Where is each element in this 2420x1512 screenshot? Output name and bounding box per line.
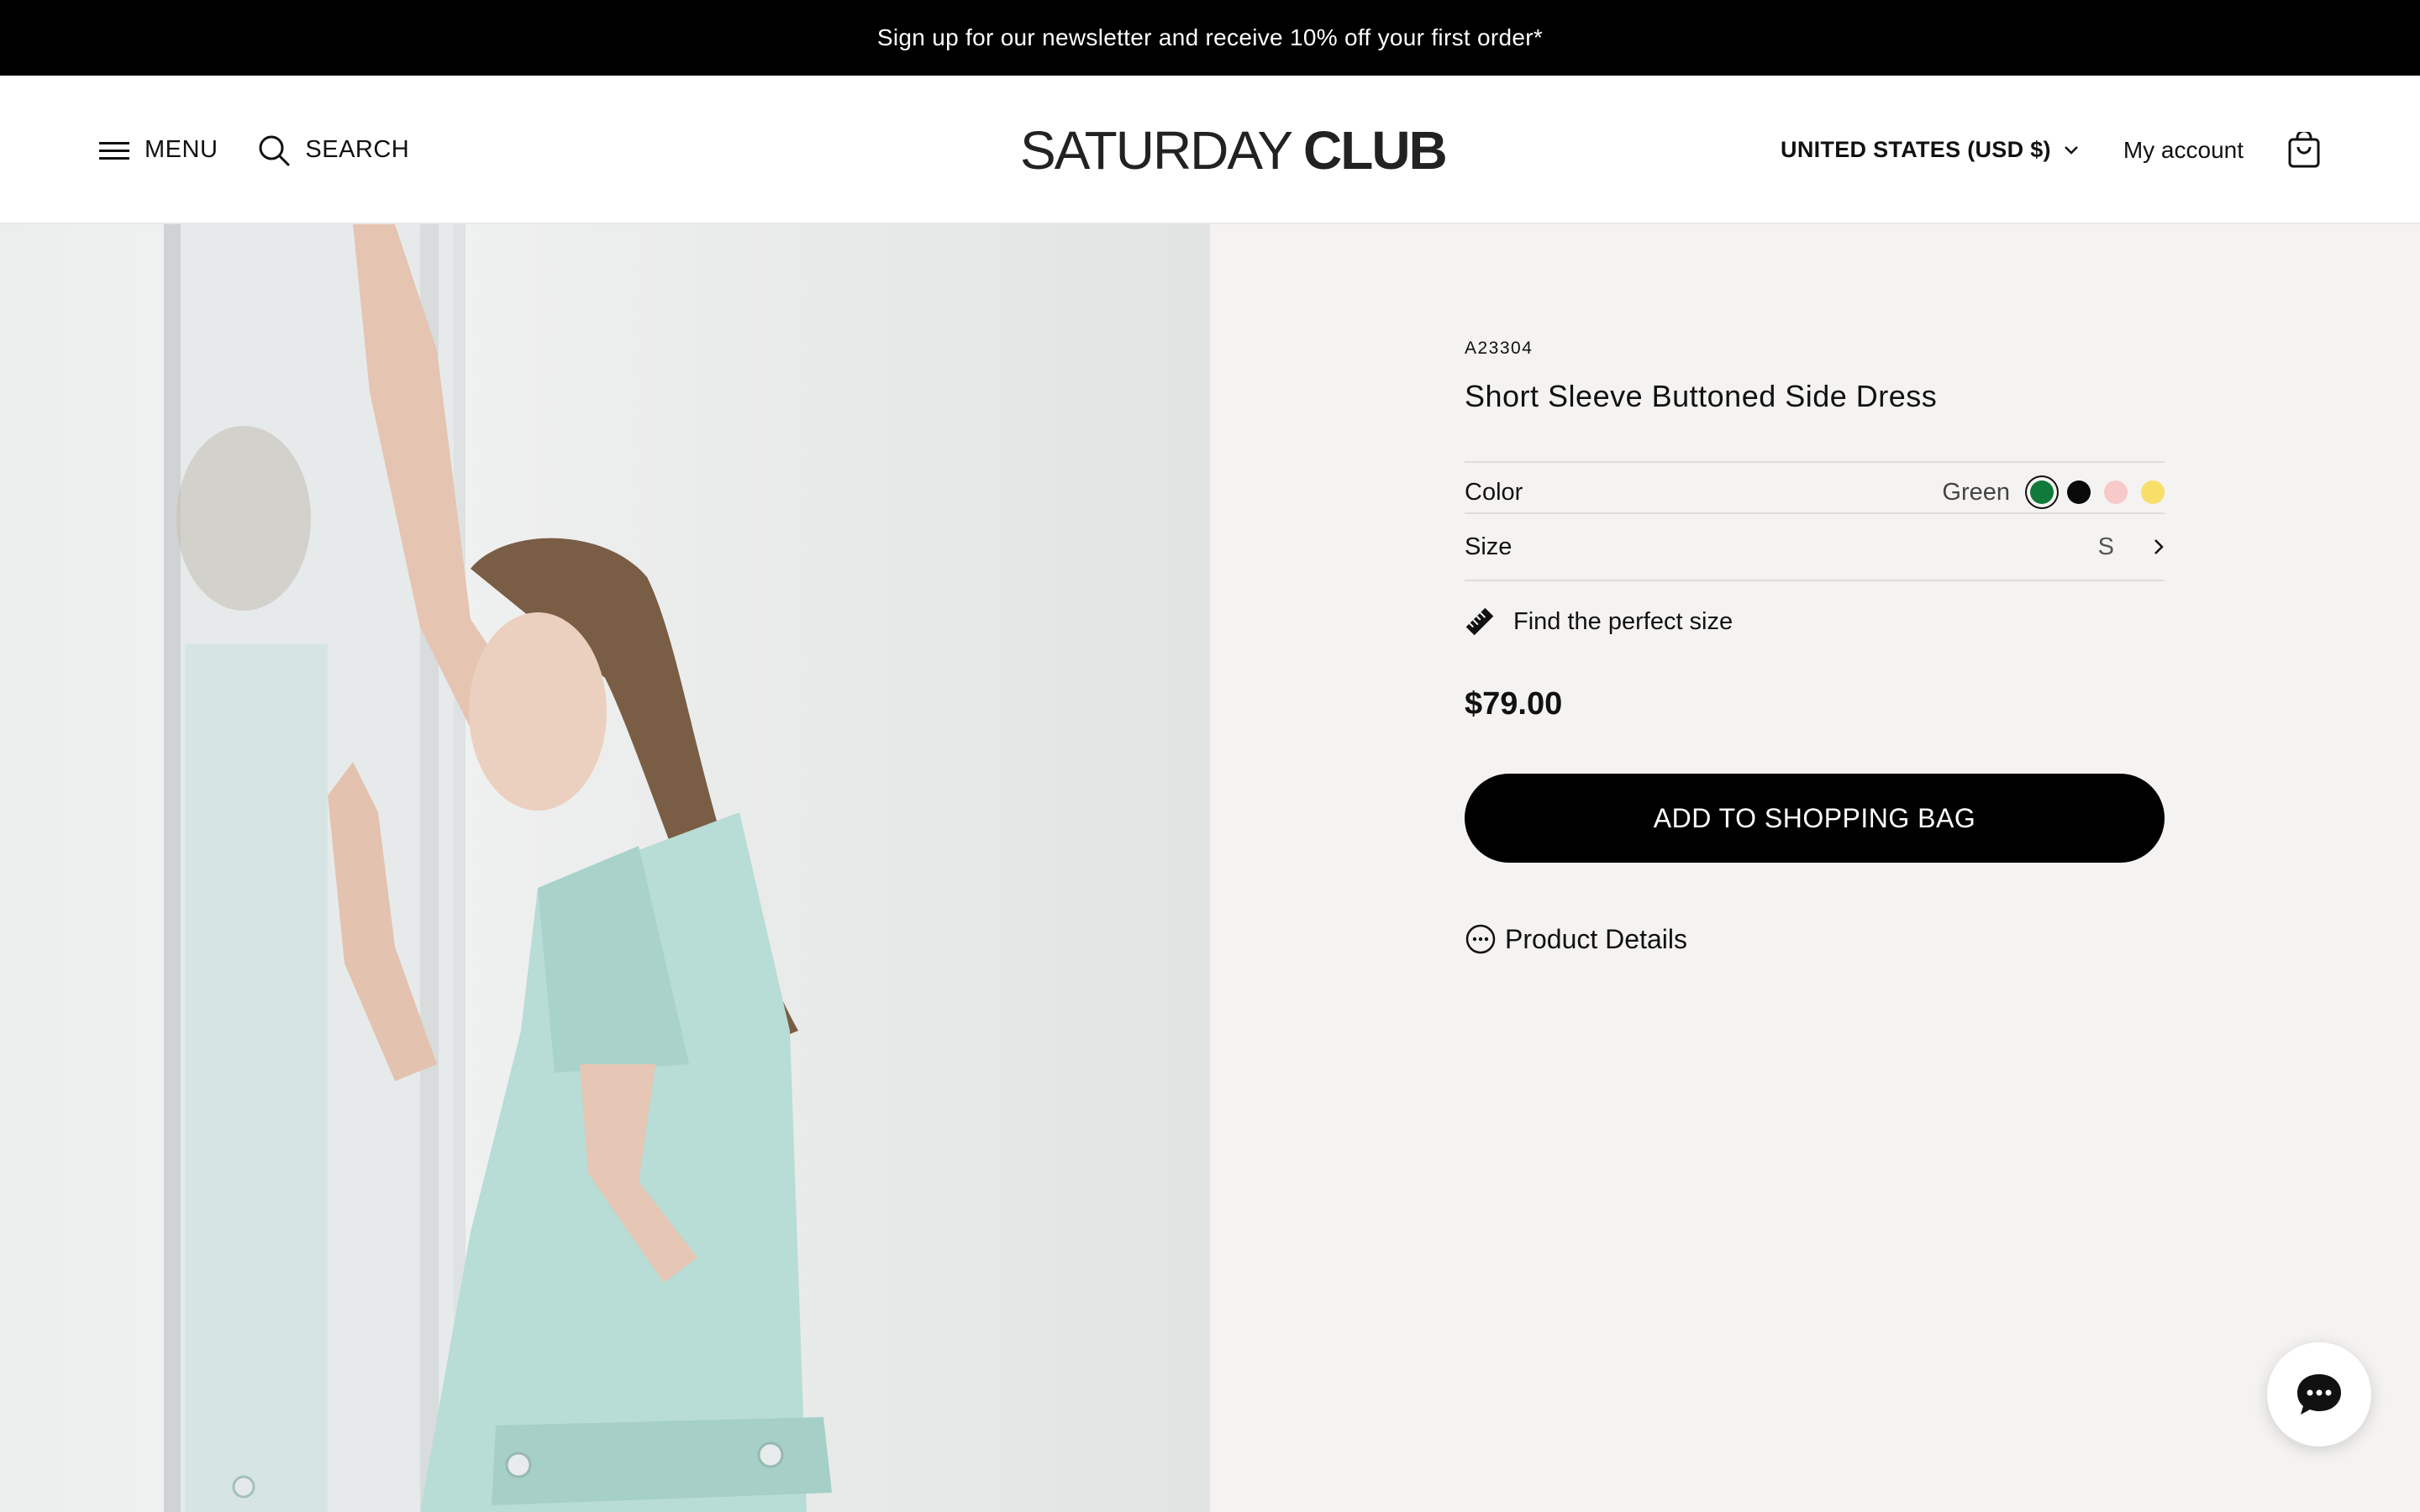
product-price: $79.00	[1465, 686, 1563, 722]
logo-text-club: CLUB	[1303, 119, 1448, 181]
chevron-right-icon	[2154, 539, 2164, 554]
product-sku: A23304	[1465, 339, 1534, 358]
menu-label: MENU	[145, 136, 218, 163]
selected-size: S	[2097, 533, 2114, 560]
search-button[interactable]: SEARCH	[258, 134, 409, 166]
add-to-bag-button[interactable]: ADD TO SHOPPING BAG	[1465, 774, 2165, 863]
more-dots-icon	[1465, 924, 1496, 954]
selected-color-name: Green	[1942, 478, 2010, 506]
color-label: Color	[1465, 478, 1523, 506]
color-options: Green	[1942, 479, 2165, 507]
search-label: SEARCH	[305, 136, 410, 163]
announcement-bar[interactable]: Sign up for our newsletter and receive 1…	[0, 0, 2420, 76]
product-title: Short Sleeve Buttoned Side Dress	[1465, 379, 1938, 413]
size-guide-link[interactable]: Find the perfect size	[1465, 606, 1733, 637]
chevron-down-icon	[2064, 145, 2078, 155]
chat-bubble-icon	[2297, 1374, 2341, 1415]
shopping-bag-icon[interactable]	[2287, 131, 2321, 169]
product-image[interactable]	[0, 224, 1210, 1512]
menu-button[interactable]: MENU	[99, 136, 218, 164]
product-info-panel: A23304 Short Sleeve Buttoned Side Dress …	[1210, 224, 2420, 1512]
product-details-toggle[interactable]: Product Details	[1465, 923, 1687, 955]
size-value-group: S	[2098, 533, 2165, 561]
logo-text-saturday: SATURDAY	[1020, 119, 1293, 181]
product-photo-illustration	[164, 224, 832, 1512]
header-right-nav: UNITED STATES (USD $) My account	[1781, 76, 2321, 224]
size-selector-row[interactable]: Size S	[1465, 512, 2165, 581]
header-left-nav: MENU SEARCH	[99, 76, 409, 224]
product-details-label: Product Details	[1505, 923, 1687, 954]
size-guide-label: Find the perfect size	[1513, 607, 1733, 635]
color-swatch-green[interactable]	[2030, 480, 2054, 504]
announcement-text[interactable]: Sign up for our newsletter and receive 1…	[877, 24, 1543, 51]
currency-selector[interactable]: UNITED STATES (USD $)	[1781, 137, 2080, 163]
my-account-link[interactable]: My account	[2123, 137, 2244, 164]
site-header: MENU SEARCH SATURDAY CLUB UNITED STATES …	[0, 76, 2420, 224]
search-icon	[259, 135, 290, 165]
color-swatch-black[interactable]	[2067, 480, 2091, 504]
ruler-icon	[1465, 607, 1494, 636]
site-logo[interactable]: SATURDAY CLUB	[1020, 76, 1448, 224]
size-label: Size	[1465, 533, 1512, 560]
hamburger-icon	[99, 141, 129, 160]
color-swatch-yellow[interactable]	[2141, 480, 2165, 504]
color-swatch-pink[interactable]	[2104, 480, 2128, 504]
currency-label: UNITED STATES (USD $)	[1781, 137, 2051, 162]
chat-widget-button[interactable]	[2267, 1342, 2371, 1446]
